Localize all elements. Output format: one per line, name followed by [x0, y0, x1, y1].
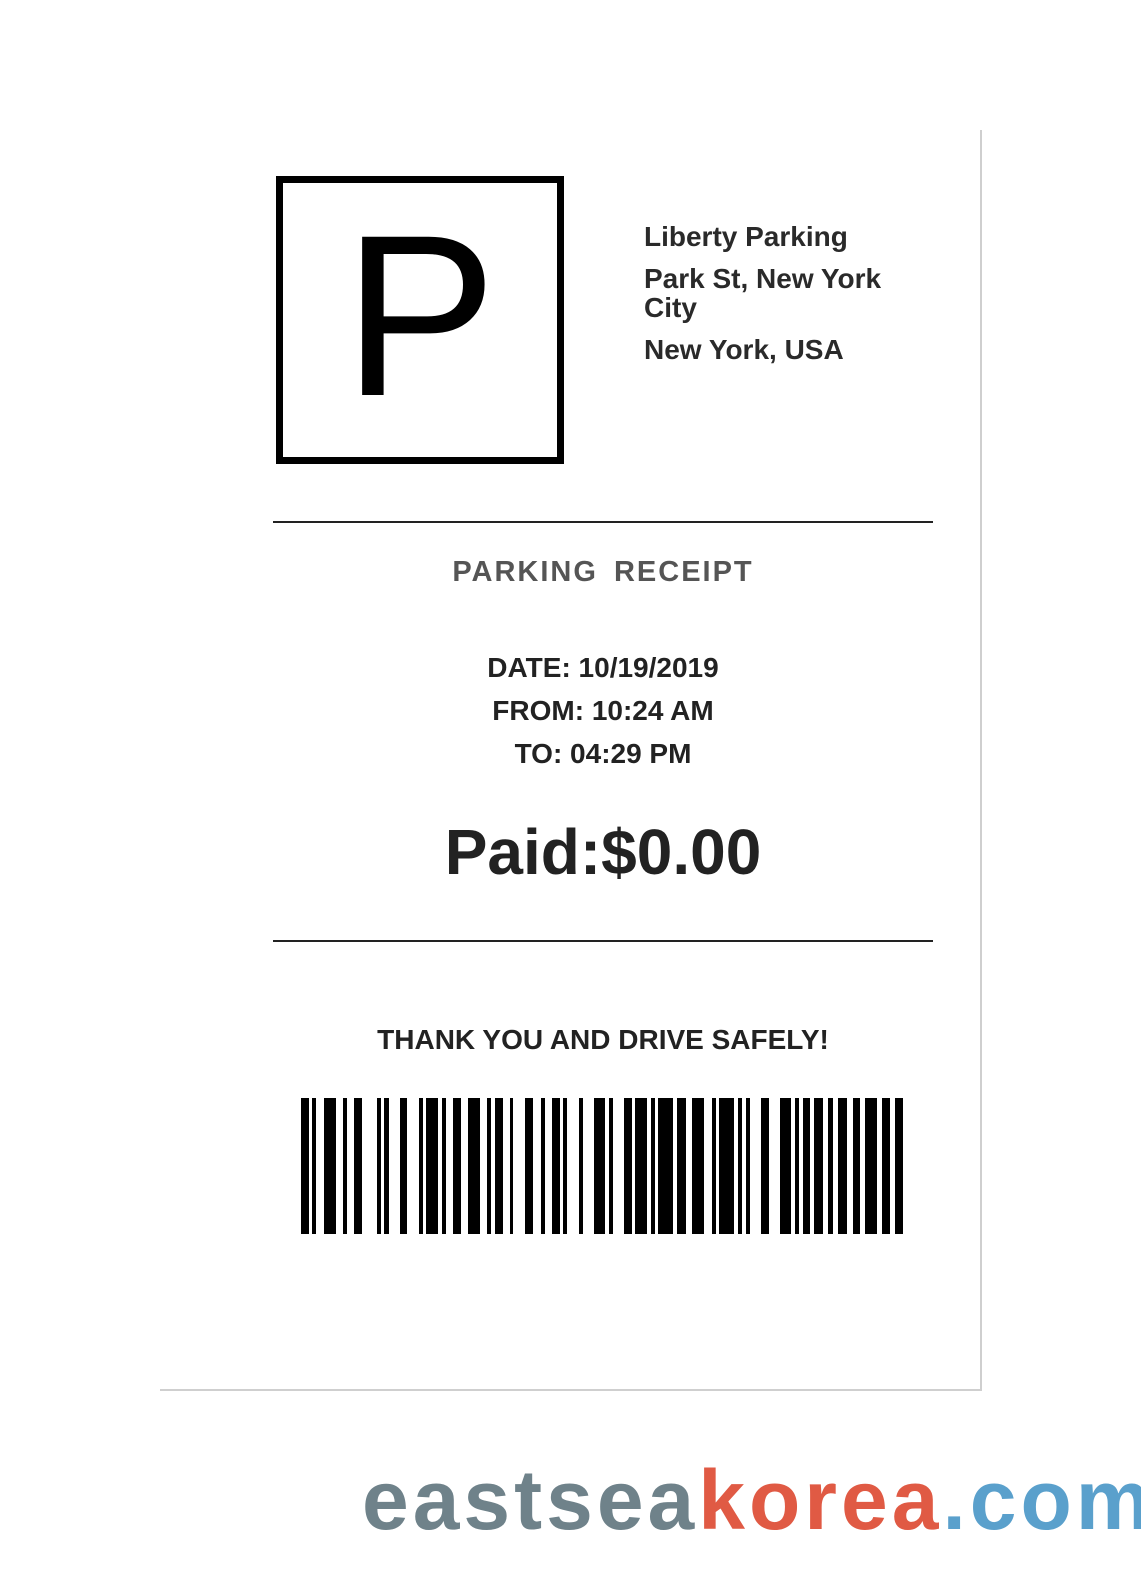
- barcode-bar: [814, 1098, 824, 1234]
- barcode-bar: [418, 1098, 423, 1234]
- barcode-bar: [677, 1098, 686, 1234]
- barcode-bar: [658, 1098, 674, 1234]
- receipt-details: DATE: 10/19/2019 FROM: 10:24 AM TO: 04:2…: [273, 646, 933, 775]
- business-name: Liberty Parking: [644, 221, 848, 252]
- barcode-bar: [495, 1098, 503, 1234]
- barcode-bar: [552, 1098, 560, 1234]
- divider-top: [273, 521, 933, 523]
- barcode-bar: [802, 1098, 810, 1234]
- barcode-bar: [838, 1098, 847, 1234]
- barcode-bar: [323, 1098, 336, 1234]
- barcode-bar: [853, 1098, 860, 1234]
- receipt-edge-bottom: [160, 1389, 982, 1391]
- barcode-bar: [609, 1098, 613, 1234]
- barcode-bar: [760, 1098, 769, 1234]
- barcode-bar: [780, 1098, 792, 1234]
- barcode-bar: [510, 1098, 514, 1234]
- watermark-part1: eastsea: [362, 1453, 699, 1547]
- business-street: Park St, New York City: [644, 263, 882, 323]
- divider-bottom: [273, 940, 933, 942]
- barcode-bar: [441, 1098, 446, 1234]
- barcode-bar: [376, 1098, 381, 1234]
- barcode-bar: [624, 1098, 632, 1234]
- business-city: New York, USA: [644, 334, 844, 365]
- watermark-part2: korea: [698, 1453, 943, 1547]
- logo-letter: P: [343, 187, 497, 444]
- receipt-to: TO: 04:29 PM: [514, 738, 692, 769]
- paid-amount: Paid:$0.00: [444, 816, 762, 888]
- barcode-bar: [487, 1098, 492, 1234]
- thank-you-message: THANK YOU AND DRIVE SAFELY!: [377, 1024, 829, 1055]
- barcode-bar: [745, 1098, 750, 1234]
- barcode-bar: [828, 1098, 834, 1234]
- barcode-bar: [301, 1098, 309, 1234]
- receipt-date: DATE: 10/19/2019: [487, 652, 719, 683]
- barcode-bar: [865, 1098, 877, 1234]
- barcode-bar: [593, 1098, 605, 1234]
- receipt-from: FROM: 10:24 AM: [492, 695, 714, 726]
- barcode-bar: [452, 1098, 461, 1234]
- business-address: Liberty Parking Park St, New York City N…: [644, 222, 934, 377]
- barcode-bar: [426, 1098, 438, 1234]
- barcode-bar: [354, 1098, 362, 1234]
- barcode-bar: [540, 1098, 545, 1234]
- barcode-bar: [881, 1098, 890, 1234]
- watermark: eastseakorea.com: [362, 1452, 1141, 1549]
- barcode-bar: [578, 1098, 583, 1234]
- barcode-bar: [795, 1098, 799, 1234]
- barcode-bar: [342, 1098, 347, 1234]
- barcode-bar: [563, 1098, 568, 1234]
- barcode-bar: [525, 1098, 534, 1234]
- barcode-bar: [895, 1098, 904, 1234]
- receipt-edge-right: [980, 130, 982, 1391]
- barcode-bar: [738, 1098, 742, 1234]
- barcode-bar: [692, 1098, 704, 1234]
- barcode-bar: [384, 1098, 389, 1234]
- parking-logo: P: [276, 176, 564, 464]
- barcode-bar: [650, 1098, 655, 1234]
- barcode-bar: [312, 1098, 317, 1234]
- barcode-bar: [468, 1098, 480, 1234]
- watermark-part3: .com: [942, 1453, 1141, 1547]
- barcode-bar: [719, 1098, 735, 1234]
- receipt-title: PARKING RECEIPT: [452, 556, 754, 588]
- barcode-bar: [635, 1098, 647, 1234]
- barcode-bar: [400, 1098, 408, 1234]
- barcode-bar: [711, 1098, 716, 1234]
- barcode: [290, 1098, 910, 1234]
